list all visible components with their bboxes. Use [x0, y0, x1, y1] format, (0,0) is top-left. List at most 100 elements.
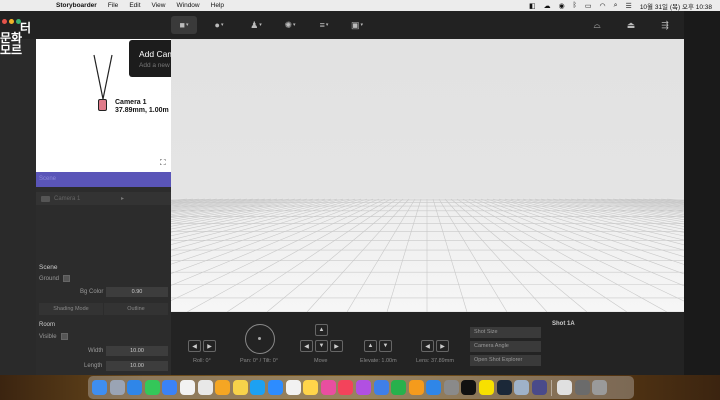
roll-right-button[interactable]: ▶ — [203, 340, 216, 352]
dock-preview-icon[interactable] — [514, 380, 530, 395]
dock-reminders-icon[interactable] — [285, 380, 301, 395]
elevate-controls: ▲ ▼ — [364, 340, 392, 352]
add-light-icon: ✺ — [284, 19, 293, 30]
move-up-button[interactable]: ▲ — [315, 324, 328, 336]
wifi-icon[interactable]: ◠ — [600, 2, 606, 10]
search-icon[interactable]: ⌕ — [614, 2, 618, 10]
dock-finder-icon[interactable] — [92, 380, 107, 395]
camera-angle-select[interactable]: Camera Angle — [470, 341, 541, 352]
dock-photos-icon[interactable] — [215, 380, 231, 395]
add-volume-button[interactable]: ≡ ▾ — [311, 16, 337, 34]
dock-photos-app-icon[interactable] — [320, 380, 336, 395]
scene-heading: Scene — [39, 264, 58, 271]
pan-tilt-label: Pan: 0° / Tilt: 0° — [240, 358, 279, 364]
channel-logo: 터 문화 모르 — [0, 15, 34, 56]
bg-color-field[interactable]: 0.90 — [106, 287, 168, 297]
dock-stickies-icon[interactable] — [303, 380, 319, 395]
shot-size-select[interactable]: Shot Size — [470, 327, 541, 338]
menu-app-storyboarder[interactable]: Storyboarder — [56, 2, 97, 9]
dock-launchpad-icon[interactable] — [109, 380, 125, 395]
dock-chrome-icon[interactable] — [197, 380, 213, 395]
status-icon-3[interactable]: ◉ — [559, 2, 565, 10]
dock-messages-icon[interactable] — [144, 380, 160, 395]
dock-settings-icon[interactable] — [443, 380, 459, 395]
dock-trash-icon[interactable] — [592, 380, 608, 395]
shading-mode-select[interactable]: Outline — [104, 303, 168, 315]
dock-podcasts-icon[interactable] — [355, 380, 371, 395]
dock-numbers-icon[interactable] — [391, 380, 407, 395]
dock-mail-icon[interactable] — [162, 380, 178, 395]
add-camera-button[interactable]: ■ ▾ — [171, 16, 197, 34]
menu-edit[interactable]: Edit — [129, 2, 140, 9]
chevron-down-icon: ▾ — [325, 22, 329, 28]
elevate-down-button[interactable]: ▼ — [379, 340, 392, 352]
add-light-button[interactable]: ✺ ▾ — [277, 16, 303, 34]
menubar-clock[interactable]: 10월 31일 (목) 오후 10:38 — [640, 1, 712, 11]
elevate-label: Elevate: 1.00m — [360, 358, 397, 364]
logo-dot-yellow — [9, 19, 14, 24]
move-down-button[interactable]: ▼ — [315, 340, 328, 352]
control-center-icon[interactable]: ☰ — [626, 2, 632, 10]
menu-file[interactable]: File — [108, 2, 118, 9]
expand-arrow-icon[interactable]: ▸ — [121, 195, 124, 202]
expand-icon[interactable]: ⛶ — [160, 159, 168, 167]
dock-app-store-icon[interactable] — [426, 380, 442, 395]
add-object-button[interactable]: ● ▾ — [206, 16, 232, 34]
camera-tripod-button[interactable]: ⏏ — [618, 16, 644, 34]
roll-controls: ◀ ▶ — [188, 340, 216, 352]
status-icon-2[interactable]: ☁ — [544, 2, 551, 10]
dock-downloads-icon[interactable] — [574, 380, 590, 395]
hide-panel-icon: ⇶ — [661, 19, 669, 30]
dock-epic-games-icon[interactable] — [461, 380, 477, 395]
dock-pages-icon[interactable] — [408, 380, 424, 395]
camera-info: 37.89mm, 1.00m — [115, 107, 169, 114]
app-toolbar: ■ ▾ ● ▾ ♟ ▾ ✺ ▾ ≡ ▾ ▣ ▾ ⌓ ⏏ ⇶ — [0, 11, 684, 39]
camera-marker[interactable] — [98, 99, 107, 111]
length-field[interactable]: 10.00 — [106, 361, 168, 371]
width-field[interactable]: 10.00 — [106, 346, 168, 356]
dock-music-icon[interactable] — [338, 380, 354, 395]
dock-steam-icon[interactable] — [496, 380, 512, 395]
add-character-button[interactable]: ♟ ▾ — [243, 16, 269, 34]
logo-dots — [2, 19, 21, 24]
chevron-down-icon: ▾ — [220, 22, 224, 28]
camera-name: Camera 1 — [115, 99, 147, 106]
shot-title: Shot 1A — [552, 321, 575, 327]
dock-storyboarder-icon[interactable] — [531, 380, 547, 395]
move-right-button[interactable]: ▶ — [330, 340, 343, 352]
visible-checkbox[interactable] — [61, 333, 68, 340]
move-left-button[interactable]: ◀ — [300, 340, 313, 352]
bluetooth-icon[interactable]: ᛒ — [573, 2, 577, 9]
camera-tripod-icon: ⏏ — [626, 19, 636, 30]
lens-increase-button[interactable]: ▶ — [436, 340, 449, 352]
menu-help[interactable]: Help — [211, 2, 224, 9]
menu-window[interactable]: Window — [177, 2, 200, 9]
menu-view[interactable]: View — [152, 2, 166, 9]
battery-icon[interactable]: ▭ — [585, 2, 592, 10]
add-image-button[interactable]: ▣ ▾ — [344, 16, 370, 34]
dock-zoom-icon[interactable] — [267, 380, 283, 395]
pan-tilt-dial[interactable] — [245, 324, 275, 354]
dock-calendar-icon[interactable] — [179, 380, 195, 395]
ground-checkbox[interactable] — [63, 275, 70, 282]
elevate-up-button[interactable]: ▲ — [364, 340, 377, 352]
lens-decrease-button[interactable]: ◀ — [421, 340, 434, 352]
shading-mode-label: Shading Mode — [39, 303, 103, 315]
roll-left-button[interactable]: ◀ — [188, 340, 201, 352]
scene-selection-bar[interactable]: Scene — [36, 172, 171, 187]
lens-controls: ◀ ▶ — [421, 340, 449, 352]
dock-kakao-icon[interactable] — [479, 380, 495, 395]
hide-panel-button[interactable]: ⇶ — [652, 16, 678, 34]
status-icon-1[interactable]: ◧ — [529, 2, 536, 10]
dock-safari-icon[interactable] — [127, 380, 143, 395]
camera-viewport[interactable] — [171, 39, 684, 312]
dock-notes-icon[interactable] — [232, 380, 248, 395]
dock-documents-icon[interactable] — [557, 380, 573, 395]
scene-list-row-camera[interactable]: Camera 1 ▸ — [36, 192, 171, 205]
chevron-down-icon: ▾ — [259, 22, 262, 28]
vr-button[interactable]: ⌓ — [584, 16, 610, 34]
dock-twitter-icon[interactable] — [250, 380, 266, 395]
open-shot-explorer-button[interactable]: Open Shot Explorer — [470, 355, 541, 366]
dock-keynote-icon[interactable] — [373, 380, 389, 395]
scene-properties: Scene Ground Bg Color 0.90 Shading Mode … — [36, 258, 171, 375]
